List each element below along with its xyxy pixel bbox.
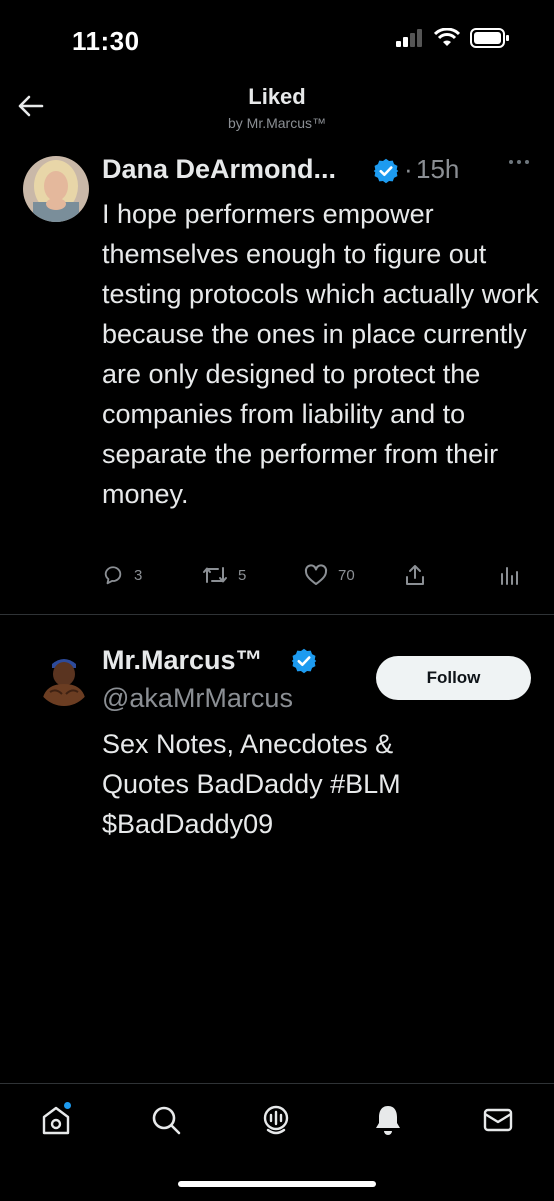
- tweet-text: I hope performers empower themselves eno…: [102, 199, 539, 509]
- status-time: 11:30: [72, 26, 140, 56]
- page-title: Liked: [248, 84, 306, 109]
- status-icons: [396, 28, 510, 48]
- nav-notifications[interactable]: [368, 1100, 408, 1140]
- tweet-author-avatar[interactable]: [23, 156, 89, 222]
- retweet-button[interactable]: 5: [202, 564, 246, 586]
- wifi-icon: [434, 28, 460, 46]
- follow-button[interactable]: Follow: [376, 656, 531, 700]
- like-button[interactable]: 70: [304, 564, 355, 586]
- bio-line: Sex Notes, Anecdotes &: [102, 729, 394, 759]
- verified-icon: [373, 158, 399, 184]
- divider: [0, 614, 554, 615]
- share-button[interactable]: [404, 564, 426, 586]
- retweet-icon: [203, 567, 227, 583]
- messages-icon: [483, 1108, 513, 1132]
- profile-handle: @akaMrMarcus: [102, 683, 293, 713]
- search-icon: [152, 1106, 181, 1135]
- reply-button[interactable]: 3: [102, 564, 142, 586]
- reply-icon: [104, 566, 122, 585]
- nav-search[interactable]: [146, 1100, 186, 1140]
- analytics-icon: [501, 567, 518, 585]
- verified-icon: [291, 648, 317, 674]
- home-indicator: [178, 1181, 376, 1187]
- profile-name[interactable]: Mr.Marcus™: [102, 645, 263, 676]
- notifications-icon: [376, 1106, 400, 1135]
- profile-bio: Sex Notes, Anecdotes & Quotes BadDaddy #…: [102, 724, 522, 844]
- analytics-button[interactable]: [500, 564, 520, 586]
- tweet-timestamp[interactable]: 15h: [416, 154, 459, 185]
- nav-home[interactable]: [36, 1100, 76, 1140]
- share-icon: [406, 565, 424, 585]
- nav-spaces[interactable]: [256, 1100, 296, 1140]
- tweet-author-name[interactable]: Dana DeArmond...: [102, 154, 336, 185]
- page-subtitle: by Mr.Marcus™: [227, 115, 326, 131]
- home-notification-dot: [64, 1102, 71, 1109]
- signal-icon: [396, 29, 422, 47]
- nav-messages[interactable]: [478, 1100, 518, 1140]
- retweet-count: 5: [238, 566, 247, 584]
- bio-line: Quotes BadDaddy #BLM: [102, 769, 401, 799]
- like-count: 70: [338, 566, 355, 584]
- battery-icon: [470, 28, 509, 48]
- reply-count: 3: [134, 566, 143, 584]
- more-icon[interactable]: [508, 158, 530, 166]
- bio-line: $BadDaddy09: [102, 809, 274, 839]
- spaces-icon: [263, 1105, 289, 1135]
- like-icon: [304, 564, 328, 585]
- tweet-dot: ·: [404, 154, 413, 184]
- tweet-actions: 3 5 70: [102, 564, 522, 590]
- profile-avatar[interactable]: [36, 650, 92, 706]
